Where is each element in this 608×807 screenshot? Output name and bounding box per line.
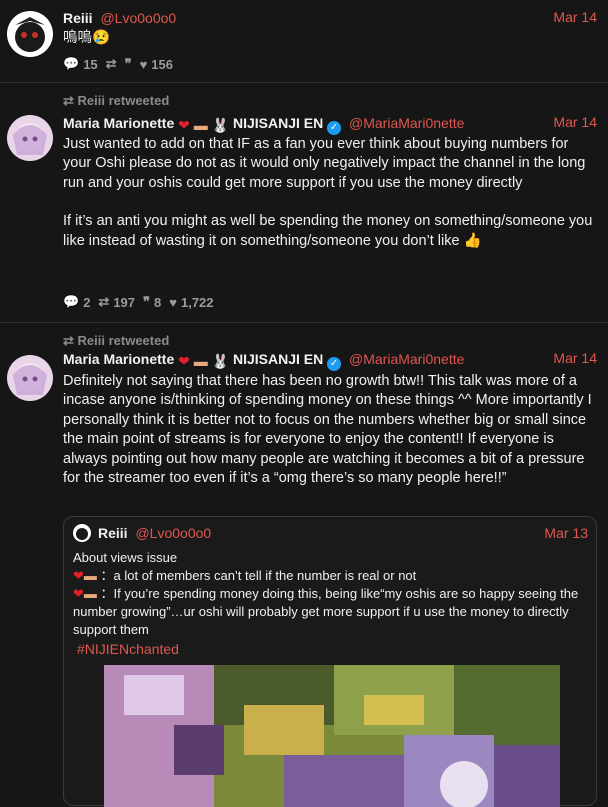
rabbit-emoji-icon: 🐰: [211, 117, 230, 133]
tweet-paragraph: Just wanted to add on that IF as a fan y…: [63, 136, 586, 191]
reply-count: 15: [83, 56, 98, 72]
quoted-line: ❤▬ ：If you’re spending money doing this,…: [73, 585, 586, 639]
avatar: [73, 524, 91, 542]
handle[interactable]: @MariaMari0nette: [349, 351, 464, 367]
thumbs-up-icon: 👍: [463, 232, 482, 249]
quoted-tweet[interactable]: Reiii @Lvo0o0o0 Mar 13 About views issue…: [63, 516, 597, 807]
tweet-header: Reiii @Lvo0o0o0: [63, 9, 598, 27]
like-button[interactable]: ♥ 1,722: [169, 295, 213, 310]
media-image: [104, 665, 560, 807]
rabbit-emoji-icon: 🐰: [211, 353, 230, 369]
avatar[interactable]: [7, 115, 53, 161]
reply-icon: 💬: [63, 294, 80, 309]
quoted-line: About views issue: [73, 550, 178, 565]
avatar[interactable]: [7, 355, 53, 401]
quoted-media-image[interactable]: [104, 665, 560, 807]
display-name[interactable]: Reiii: [63, 10, 93, 26]
retweet-icon: ⇄: [98, 294, 110, 309]
like-button[interactable]: ♥ 156: [140, 57, 173, 72]
retweeted-by-label: ⇄ Reiii retweeted: [63, 333, 169, 349]
retweet-icon: ⇄: [63, 333, 74, 348]
quoted-line-text: ：If you’re spending money doing this, be…: [73, 586, 579, 637]
quoted-tweet-text: About views issue ❤▬ ：a lot of members c…: [73, 549, 586, 658]
tweet-header: Maria Marionette ❤ ▬ 🐰 NIJISANJI EN ✓ @M…: [63, 114, 598, 135]
bandage-emoji-icon: ▬: [193, 117, 208, 133]
tweet-date[interactable]: Mar 14: [553, 350, 597, 366]
heart-icon: ♥: [139, 56, 148, 72]
retweeted-by-label: ⇄ Reiii retweeted: [63, 93, 169, 109]
retweeted-by-text: Reiii retweeted: [77, 333, 170, 348]
quote-button[interactable]: ❞: [125, 56, 132, 72]
reply-button[interactable]: 💬 2: [63, 294, 90, 310]
tweet-text: Definitely not saying that there has bee…: [63, 373, 592, 487]
retweet-icon: ⇄: [63, 93, 74, 108]
retweeted-by-text: Reiii retweeted: [77, 93, 170, 108]
tweet-paragraph: If it’s an anti you might as well be spe…: [63, 212, 596, 251]
heart-icon: ♥: [169, 294, 177, 310]
quoted-tweet-header: Reiii @Lvo0o0o0: [98, 525, 211, 541]
tweet-date[interactable]: Mar 14: [553, 9, 597, 25]
handle[interactable]: @Lvo0o0o0: [135, 525, 211, 541]
avatar[interactable]: [7, 11, 53, 57]
verified-icon: ✓: [327, 121, 342, 135]
badge-text: NIJISANJI EN: [232, 351, 324, 367]
tweet-text: Just wanted to add on that IF as a fan y…: [63, 135, 596, 251]
tweet-1[interactable]: Reiii @Lvo0o0o0 Mar 14 嗚嗚😢 💬 15 ⇄ ❞ ♥ 156: [0, 0, 608, 83]
tweet-actions: 💬 15 ⇄ ❞ ♥ 156: [63, 56, 173, 72]
quoted-line: ❤▬ ：a lot of members can’t tell if the n…: [73, 567, 586, 585]
badge-text: NIJISANJI EN: [232, 115, 324, 131]
heart-emoji-icon: ❤: [178, 353, 190, 369]
heart-emoji-icon: ❤: [178, 117, 190, 133]
bandage-emoji-icon: ▬: [83, 586, 97, 601]
hashtag-link[interactable]: #NIJIENchanted: [77, 640, 586, 658]
retweet-button[interactable]: ⇄: [106, 56, 117, 72]
retweet-button[interactable]: ⇄ 197: [98, 294, 135, 310]
like-count: 1,722: [180, 294, 214, 310]
heart-emoji-icon: ❤: [73, 586, 84, 601]
retweet-count: 197: [113, 294, 136, 310]
quote-button[interactable]: ❞ 8: [143, 294, 161, 310]
reply-count: 2: [83, 294, 91, 310]
tweet-paragraph-text: If it’s an anti you might as well be spe…: [63, 213, 593, 249]
heart-emoji-icon: ❤: [73, 568, 84, 583]
retweet-icon: ⇄: [105, 56, 117, 71]
tweet-actions: 💬 2 ⇄ 197 ❞ 8 ♥ 1,722: [63, 294, 214, 310]
bandage-emoji-icon: ▬: [193, 353, 208, 369]
reply-button[interactable]: 💬 15: [63, 56, 98, 72]
like-count: 156: [151, 56, 173, 72]
quote-icon: ❞: [143, 294, 151, 309]
tweet-3[interactable]: ⇄ Reiii retweeted Maria Marionette ❤ ▬ 🐰…: [0, 323, 608, 807]
verified-icon: ✓: [327, 357, 342, 371]
display-name[interactable]: Maria Marionette: [63, 115, 174, 131]
quote-icon: ❞: [124, 56, 132, 71]
tweet-text: 嗚嗚😢: [63, 30, 111, 46]
bandage-emoji-icon: ▬: [83, 568, 97, 583]
tweet-2[interactable]: ⇄ Reiii retweeted Maria Marionette ❤ ▬ 🐰…: [0, 83, 608, 323]
tweet-date[interactable]: Mar 14: [553, 114, 597, 130]
quoted-line-text: ：a lot of members can’t tell if the numb…: [100, 568, 417, 583]
display-name[interactable]: Reiii: [98, 525, 128, 541]
quote-count: 8: [154, 294, 162, 310]
handle[interactable]: @Lvo0o0o0: [100, 10, 176, 26]
handle[interactable]: @MariaMari0nette: [349, 115, 464, 131]
reply-icon: 💬: [63, 56, 80, 71]
tweet-header: Maria Marionette ❤ ▬ 🐰 NIJISANJI EN ✓ @M…: [63, 350, 598, 371]
quoted-tweet-date[interactable]: Mar 13: [544, 525, 588, 541]
display-name[interactable]: Maria Marionette: [63, 351, 174, 367]
